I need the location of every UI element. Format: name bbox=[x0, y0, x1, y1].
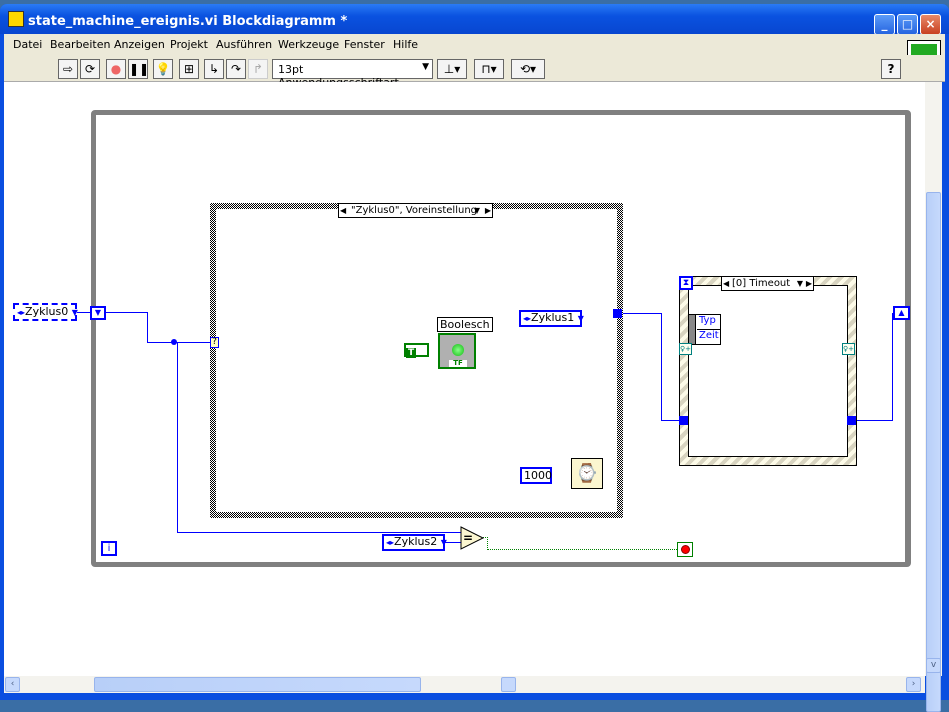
decrement-icon[interactable]: ◀ bbox=[340, 204, 346, 217]
highlight-execution-icon[interactable]: 💡 bbox=[153, 59, 173, 79]
iteration-terminal: i bbox=[101, 541, 117, 556]
vertical-scroll-thumb[interactable] bbox=[926, 192, 941, 712]
chevron-down-icon: ▼ bbox=[577, 314, 584, 323]
close-button[interactable]: × bbox=[920, 14, 941, 35]
wait-ms-icon[interactable]: ⌚ bbox=[571, 458, 603, 489]
chevron-down-icon[interactable]: ▼ bbox=[797, 277, 803, 290]
enum-constant-zyklus0[interactable]: ◂▸Zyklus0 ▼ bbox=[13, 303, 78, 321]
numeric-constant[interactable]: 1000 bbox=[520, 467, 552, 484]
horizontal-scroll-thumb[interactable] bbox=[94, 677, 421, 692]
chevron-down-icon: ▼ bbox=[71, 308, 78, 317]
scroll-right-button[interactable] bbox=[501, 677, 516, 692]
boolean-constant[interactable]: T bbox=[404, 343, 429, 358]
indicator-type: TF bbox=[449, 360, 467, 367]
horizontal-scrollbar[interactable]: ‹ bbox=[4, 676, 925, 693]
led-icon bbox=[452, 344, 464, 356]
timeout-hourglass-icon[interactable]: ⧗ bbox=[679, 276, 693, 290]
case-selector-terminal: ? bbox=[210, 337, 219, 348]
menu-anzeigen[interactable]: Anzeigen bbox=[114, 38, 165, 51]
scroll-left-button[interactable]: ‹ bbox=[5, 677, 20, 692]
chevron-down-icon[interactable]: ▼ bbox=[474, 204, 480, 217]
step-into-icon[interactable]: ↳ bbox=[204, 59, 224, 79]
event-tunnel-in bbox=[679, 416, 688, 425]
increment-icon: ◂▸ bbox=[17, 308, 26, 317]
equal-symbol: = bbox=[463, 531, 474, 545]
maximize-button[interactable]: □ bbox=[897, 14, 918, 35]
event-field-typ: Typ bbox=[697, 315, 721, 330]
distribute-objects-icon[interactable]: ⊓▾ bbox=[474, 59, 504, 79]
abort-icon[interactable]: ● bbox=[106, 59, 126, 79]
reorder-icon[interactable]: ⟲▾ bbox=[511, 59, 545, 79]
help-button[interactable]: ? bbox=[881, 59, 901, 79]
increment-icon[interactable]: ▶ bbox=[485, 204, 491, 217]
shift-register-right[interactable]: ▲ bbox=[893, 306, 910, 320]
event-field-zeit: Zeit bbox=[699, 330, 719, 341]
output-tunnel bbox=[613, 309, 622, 318]
enum-constant-zyklus2[interactable]: ◂▸Zyklus2 ▼ bbox=[382, 534, 447, 551]
case-structure[interactable] bbox=[210, 203, 623, 518]
menu-projekt[interactable]: Projekt bbox=[170, 38, 208, 51]
stop-terminal-icon[interactable] bbox=[677, 542, 693, 557]
boolean-indicator[interactable]: TF bbox=[438, 333, 476, 369]
shift-register-left[interactable]: ▼ bbox=[90, 306, 106, 320]
event-data-node[interactable]: Typ Zeit bbox=[688, 314, 721, 345]
menu-fenster[interactable]: Fenster bbox=[344, 38, 385, 51]
run-continuously-icon[interactable]: ⟳ bbox=[80, 59, 100, 79]
step-over-icon[interactable]: ↷ bbox=[226, 59, 246, 79]
event-selector[interactable]: ◀ [0] Timeout ▼ ▶ bbox=[721, 276, 814, 291]
event-right-node-icon[interactable]: ♀+ bbox=[842, 343, 855, 355]
increment-icon: ◂▸ bbox=[523, 314, 532, 323]
increment-icon[interactable]: ▶ bbox=[806, 277, 812, 290]
menu-ausfuehren[interactable]: Ausführen bbox=[216, 38, 272, 51]
pause-icon[interactable]: ❚❚ bbox=[128, 59, 149, 79]
run-icon[interactable]: ⇨ bbox=[58, 59, 78, 79]
menu-datei[interactable]: Datei bbox=[13, 38, 42, 51]
font-dropdown[interactable]: 13pt Anwendungsschriftart▼ bbox=[272, 59, 433, 89]
align-objects-icon[interactable]: ⊥▾ bbox=[437, 59, 467, 79]
vertical-scrollbar[interactable]: v bbox=[925, 82, 942, 712]
toolbar: ⇨ ⟳ ● ❚❚ 💡 ⊞ ↳ ↷ ↱ 13pt Anwendungsschrif… bbox=[4, 55, 945, 89]
event-tunnel-out bbox=[847, 416, 856, 425]
event-structure[interactable] bbox=[679, 276, 857, 466]
minimize-button[interactable]: _ bbox=[874, 14, 895, 35]
window-title: state_machine_ereignis.vi Blockdiagramm … bbox=[28, 14, 348, 29]
title-bar[interactable]: state_machine_ereignis.vi Blockdiagramm … bbox=[0, 4, 949, 35]
menu-hilfe[interactable]: Hilfe bbox=[393, 38, 418, 51]
increment-icon: ◂▸ bbox=[386, 538, 395, 547]
enum-constant-zyklus1[interactable]: ◂▸Zyklus1 ▼ bbox=[519, 310, 584, 327]
scroll-right-button[interactable]: › bbox=[906, 677, 921, 692]
chevron-down-icon: ▼ bbox=[422, 62, 429, 72]
decrement-icon[interactable]: ◀ bbox=[723, 277, 729, 290]
menu-bearbeiten[interactable]: Bearbeiten bbox=[50, 38, 110, 51]
scroll-down-button[interactable]: v bbox=[926, 658, 941, 673]
chevron-down-icon: ▼ bbox=[440, 538, 447, 547]
menu-werkzeuge[interactable]: Werkzeuge bbox=[278, 38, 339, 51]
indicator-label: Boolesch bbox=[437, 317, 493, 332]
labview-icon bbox=[8, 11, 24, 27]
step-out-icon[interactable]: ↱ bbox=[248, 59, 268, 79]
event-left-node-icon[interactable]: ♀+ bbox=[679, 343, 692, 355]
case-selector[interactable]: ◀ "Zyklus0", Voreinstellung ▼ ▶ bbox=[338, 203, 493, 218]
retain-wire-values-icon[interactable]: ⊞ bbox=[179, 59, 199, 79]
menu-bar: Datei Bearbeiten Anzeigen Projekt Ausfüh… bbox=[4, 34, 945, 55]
